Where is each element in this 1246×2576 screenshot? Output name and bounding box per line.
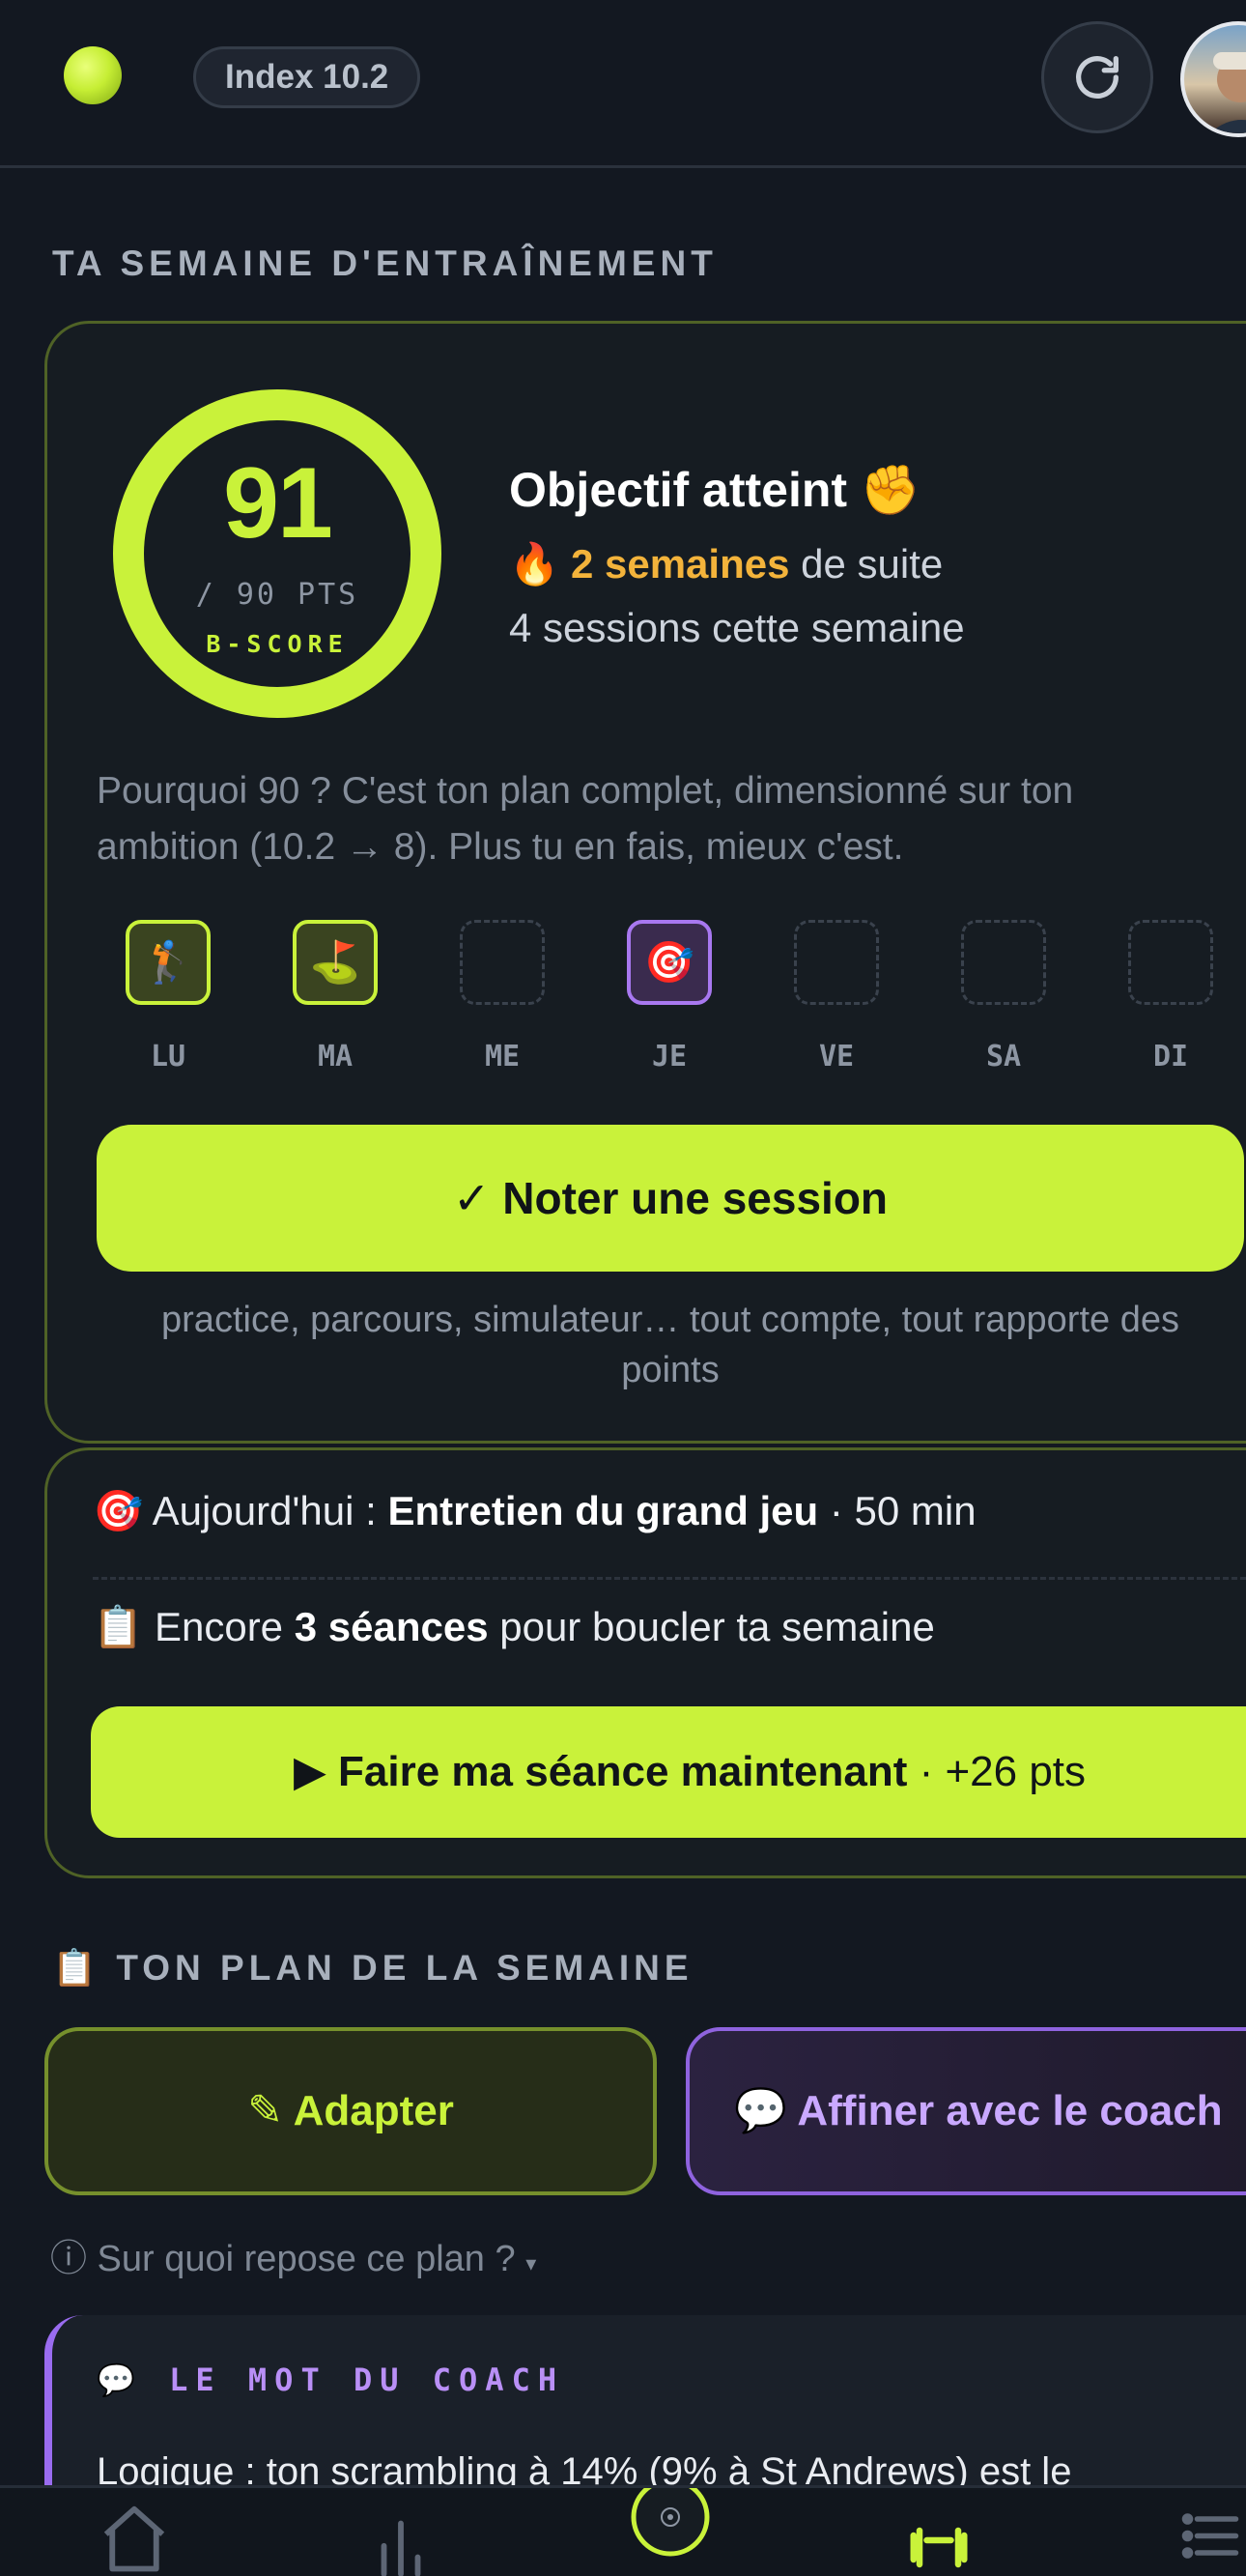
- plan-explanation: Pourquoi 90 ? C'est ton plan complet, di…: [97, 770, 1074, 868]
- user-avatar[interactable]: [1180, 21, 1246, 137]
- remaining-sessions-line: 📋 Encore 3 séances pour boucler ta semai…: [93, 1604, 935, 1649]
- remaining-count: 3 séances: [294, 1604, 489, 1649]
- handicap-index-badge[interactable]: Index 10.2: [193, 46, 421, 108]
- coach-message-title: 💬 LE MOT DU COACH: [97, 2361, 565, 2398]
- today-session-name: Entretien du grand jeu: [387, 1488, 819, 1533]
- fire-icon: 🔥: [509, 541, 560, 587]
- nav-training[interactable]: [906, 2511, 972, 2574]
- nav-center[interactable]: [630, 2488, 711, 2562]
- day-tile-lu[interactable]: 🏌️: [126, 920, 211, 1005]
- day-tile-sa[interactable]: [961, 920, 1046, 1005]
- golfer-icon: 🏌️: [142, 938, 194, 985]
- sessions-count: 4 sessions cette semaine: [509, 605, 965, 650]
- training-icon: [910, 2527, 968, 2568]
- target-icon: [631, 2488, 710, 2557]
- today-session-line: 🎯 Aujourd'hui : Entretien du grand jeu ·…: [93, 1488, 977, 1533]
- day-label-lu: LU: [150, 1040, 186, 1073]
- top-bar: Index 10.2: [0, 0, 1246, 168]
- day-tile-je[interactable]: 🎯: [627, 920, 712, 1005]
- day-label-di: DI: [1152, 1040, 1189, 1073]
- target-icon: 🎯: [93, 1488, 144, 1533]
- b-score-value: 91: [223, 447, 333, 559]
- start-session-button[interactable]: ▶ Faire ma séance maintenant · +26 pts: [91, 1706, 1246, 1838]
- target-icon: 🎯: [643, 938, 695, 985]
- log-session-button[interactable]: ✓ Noter une session: [97, 1125, 1244, 1272]
- caret-down-icon: ▾: [525, 2251, 537, 2275]
- refresh-button[interactable]: [1041, 21, 1153, 133]
- day-label-je: JE: [651, 1040, 688, 1073]
- b-score-label: B-SCORE: [206, 630, 349, 658]
- bottom-navigation: [0, 2485, 1246, 2576]
- day-label-ma: MA: [317, 1040, 354, 1073]
- nav-stats[interactable]: [367, 2502, 435, 2576]
- log-session-hint: practice, parcours, simulateur… tout com…: [161, 1300, 1179, 1390]
- day-label-me: ME: [484, 1040, 521, 1073]
- plan-basis-toggle[interactable]: ⓘ Sur quoi repose ce plan ? ▾: [50, 2228, 536, 2281]
- speech-bubble-icon: 💬: [97, 2361, 143, 2398]
- divider: [93, 1577, 1246, 1580]
- home-icon: [103, 2505, 165, 2572]
- streak-suffix: de suite: [789, 541, 944, 587]
- list-icon: [1181, 2513, 1239, 2559]
- day-label-ve: VE: [818, 1040, 855, 1073]
- b-score-max: / 90 PTS: [195, 578, 359, 612]
- refresh-icon: [1076, 56, 1119, 99]
- golf-ball-logo-icon: [64, 46, 122, 104]
- week-section-title: TA SEMAINE D'ENTRAÎNEMENT: [52, 243, 718, 283]
- streak-line: 🔥 2 semaines de suite: [509, 541, 943, 588]
- day-tile-me[interactable]: [460, 920, 545, 1005]
- day-label-sa: SA: [985, 1040, 1022, 1073]
- stats-icon: [381, 2520, 421, 2576]
- avatar-photo-icon: [1209, 52, 1246, 133]
- today-duration: · 50 min: [818, 1488, 977, 1533]
- refine-with-coach-button[interactable]: 💬 Affiner avec le coach: [686, 2027, 1246, 2195]
- streak-count: 2 semaines: [570, 541, 790, 587]
- plan-section-title: 📋 TON PLAN DE LA SEMAINE: [52, 1948, 694, 1988]
- adapt-plan-button[interactable]: ✎ Adapter: [44, 2027, 657, 2195]
- goal-status-title: Objectif atteint ✊: [509, 463, 921, 517]
- day-tile-di[interactable]: [1128, 920, 1213, 1005]
- clipboard-icon: 📋: [93, 1604, 144, 1649]
- day-tile-ma[interactable]: ⛳: [293, 920, 378, 1005]
- nav-home[interactable]: [97, 2500, 172, 2576]
- flag-in-hole-icon: ⛳: [309, 938, 361, 985]
- nav-list[interactable]: [1176, 2509, 1242, 2572]
- session-points: · +26 pts: [907, 1748, 1087, 1795]
- day-tile-ve[interactable]: [794, 920, 879, 1005]
